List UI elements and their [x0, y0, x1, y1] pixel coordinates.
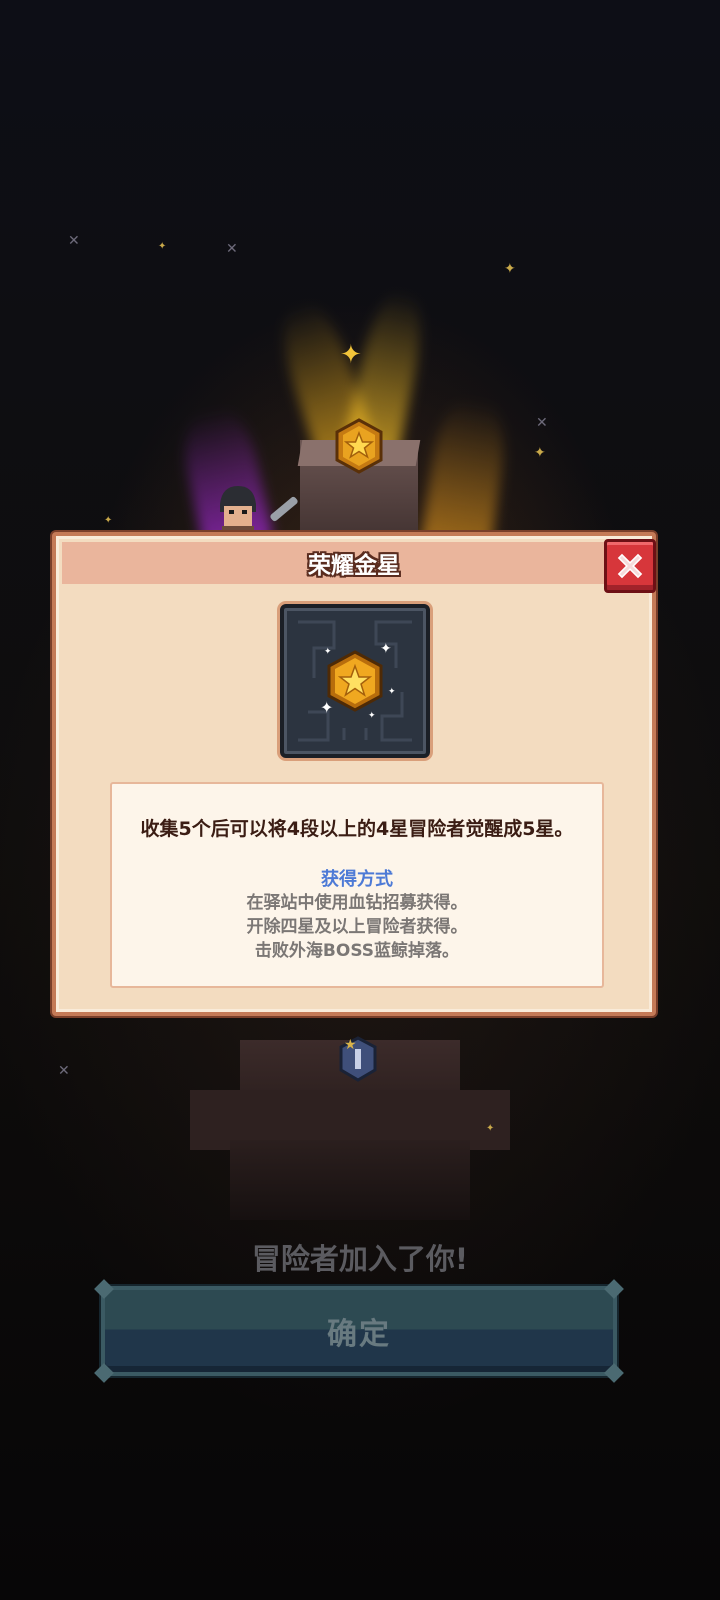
item-description: 收集5个后可以将4段以上的4星冒险者觉醒成5星。: [140, 818, 574, 840]
sparkle-icon: ✕: [68, 233, 80, 249]
sparkle-icon: ✦: [324, 647, 332, 657]
confirm-button-label: 确定: [327, 1317, 391, 1352]
sparkle-icon: ✦: [320, 698, 334, 717]
sparkle-icon: ✦: [504, 261, 516, 277]
sparkle-icon: ✦: [486, 1123, 495, 1134]
dialog-title: 荣耀金星: [308, 553, 400, 579]
obtain-method-title: 获得方式: [321, 869, 393, 890]
obtain-method-line: 击败外海BOSS蓝鲸掉落。: [254, 941, 460, 961]
sparkle-icon: ✦: [388, 687, 396, 697]
obtain-method-line: 开除四星及以上冒险者获得。: [246, 917, 468, 937]
sparkle-icon: ✦: [534, 445, 546, 461]
item-description-box: 收集5个后可以将4段以上的4星冒险者觉醒成5星。 获得方式 在驿站中使用血钻招募…: [110, 782, 604, 988]
sparkle-icon: ★: [344, 1037, 357, 1053]
sparkle-icon: ✦: [340, 340, 362, 370]
item-icon-frame: ✦ ✦ ✦ ✦ ✦: [280, 604, 430, 758]
sparkle-icon: ✦: [368, 711, 376, 721]
dialog-header: 荣耀金星: [62, 542, 646, 584]
confirm-button[interactable]: 确定: [94, 1279, 624, 1383]
gold-star-medal-icon: [327, 650, 383, 712]
obtain-method-line: 在驿站中使用血钻招募获得。: [246, 893, 468, 913]
adventurer-joined-text: 冒险者加入了你!: [251, 1242, 469, 1276]
sparkle-icon: ✦: [158, 241, 167, 252]
sparkle-icon: ✕: [536, 415, 548, 431]
sparkle-icon: ✦: [104, 515, 113, 526]
sparkle-icon: ✕: [58, 1063, 70, 1079]
sparkle-icon: ✕: [226, 241, 238, 257]
close-x-icon: [617, 553, 643, 579]
sword: [269, 495, 299, 523]
sparkle-icon: ✦: [380, 641, 392, 657]
gold-star-medal-icon: [335, 418, 383, 474]
item-info-dialog: 荣耀金星 ✦ ✦ ✦ ✦ ✦ 收集5个后可以将4段以上的4星冒险者觉醒成5星。 …: [52, 532, 656, 1016]
close-button[interactable]: [604, 539, 656, 593]
adventurer-avatar: [220, 486, 256, 538]
